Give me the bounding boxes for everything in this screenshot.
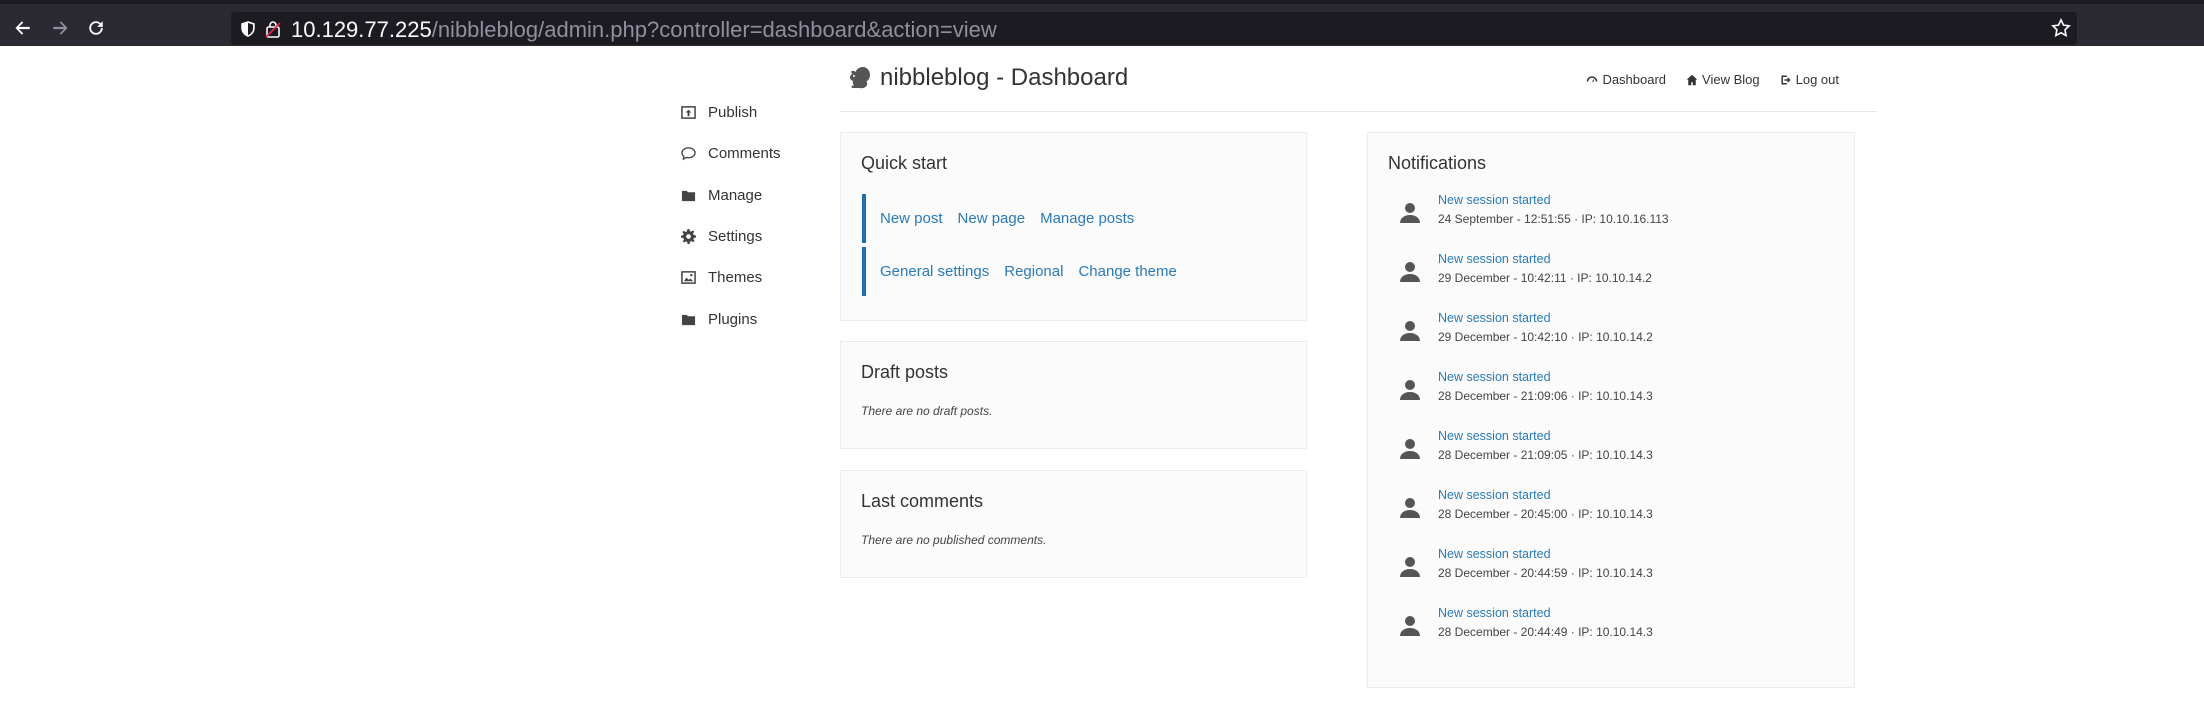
- url-text[interactable]: 10.129.77.225/nibbleblog/admin.php?contr…: [291, 17, 997, 43]
- admin-header: nibbleblog - Dashboard Dashboard View Bl…: [840, 50, 1877, 112]
- sidebar-item-settings[interactable]: Settings: [680, 216, 820, 257]
- list-item: New session started 29 December - 10:42:…: [1388, 252, 1828, 311]
- lock-insecure-icon[interactable]: [265, 20, 281, 38]
- notification-meta: 28 December - 20:44:59 · IP: 10.10.14.3: [1438, 566, 1653, 580]
- page-title: nibbleblog - Dashboard: [848, 64, 1128, 92]
- quick-start-title: Quick start: [861, 153, 948, 173]
- list-item: New session started 28 December - 20:44:…: [1388, 547, 1828, 606]
- new-page-link[interactable]: New page: [958, 210, 1026, 227]
- folder-icon: [680, 311, 696, 327]
- sidebar-item-label: Manage: [708, 186, 763, 204]
- sidebar-item-publish[interactable]: Publish: [680, 92, 820, 133]
- draft-posts-empty-message: There are no draft posts.: [861, 404, 993, 418]
- last-comments-empty-message: There are no published comments.: [861, 533, 1047, 547]
- sidebar-item-plugins[interactable]: Plugins: [680, 298, 820, 339]
- gear-icon: [680, 229, 696, 245]
- page-title-text: nibbleblog - Dashboard: [880, 64, 1129, 91]
- change-theme-link[interactable]: Change theme: [1078, 263, 1176, 280]
- notification-meta: 29 December - 10:42:11 · IP: 10.10.14.2: [1438, 271, 1652, 285]
- notification-title-link[interactable]: New session started: [1438, 488, 1551, 502]
- view-blog-link[interactable]: View Blog: [1686, 72, 1760, 87]
- notification-meta: 28 December - 21:09:06 · IP: 10.10.14.3: [1438, 389, 1653, 403]
- notification-meta: 24 September - 12:51:55 · IP: 10.10.16.1…: [1438, 212, 1669, 226]
- folder-icon: [680, 187, 696, 203]
- list-item: New session started 28 December - 20:44:…: [1388, 606, 1828, 665]
- sidebar-item-label: Themes: [708, 269, 763, 287]
- notification-meta: 29 December - 10:42:10 · IP: 10.10.14.2: [1438, 330, 1653, 344]
- header-nav: Dashboard View Blog Log out: [1566, 72, 1839, 87]
- user-icon: [1400, 321, 1420, 341]
- sidebar-item-themes[interactable]: Themes: [680, 257, 820, 298]
- user-icon: [1400, 203, 1420, 223]
- dashboard-link-label: Dashboard: [1602, 72, 1667, 87]
- sidebar-item-comments[interactable]: Comments: [680, 133, 820, 174]
- sidebar-item-label: Settings: [708, 228, 763, 246]
- draft-posts-panel: Draft posts There are no draft posts.: [840, 341, 1307, 449]
- notification-meta: 28 December - 21:09:05 · IP: 10.10.14.3: [1438, 448, 1653, 462]
- notification-title-link[interactable]: New session started: [1438, 252, 1551, 266]
- notification-title-link[interactable]: New session started: [1438, 429, 1551, 443]
- list-item: New session started 28 December - 20:45:…: [1388, 488, 1828, 547]
- squirrel-logo-icon: [850, 67, 870, 89]
- regional-link[interactable]: Regional: [1004, 263, 1063, 280]
- user-icon: [1400, 498, 1420, 518]
- notification-meta: 28 December - 20:44:49 · IP: 10.10.14.3: [1438, 625, 1653, 639]
- shield-icon[interactable]: [239, 20, 257, 38]
- browser-toolbar: 10.129.77.225/nibbleblog/admin.php?contr…: [0, 0, 2204, 46]
- reload-icon: [89, 21, 103, 35]
- last-comments-panel: Last comments There are no published com…: [840, 470, 1307, 578]
- general-settings-link[interactable]: General settings: [880, 263, 989, 280]
- list-item: New session started 28 December - 21:09:…: [1388, 429, 1828, 488]
- reload-button[interactable]: [82, 14, 110, 42]
- notification-title-link[interactable]: New session started: [1438, 606, 1551, 620]
- sidebar-item-label: Plugins: [708, 310, 758, 328]
- sidebar-item-manage[interactable]: Manage: [680, 175, 820, 216]
- user-icon: [1400, 616, 1420, 636]
- last-comments-title: Last comments: [861, 491, 984, 511]
- notification-title-link[interactable]: New session started: [1438, 311, 1551, 325]
- url-host: 10.129.77.225: [291, 17, 432, 42]
- list-item: New session started 28 December - 21:09:…: [1388, 370, 1828, 429]
- sidebar-item-label: Publish: [708, 104, 758, 122]
- user-icon: [1400, 439, 1420, 459]
- dashboard-link[interactable]: Dashboard: [1586, 72, 1666, 87]
- notifications-title: Notifications: [1388, 153, 1487, 173]
- back-button[interactable]: [9, 14, 37, 42]
- list-item: New session started 24 September - 12:51…: [1388, 193, 1828, 252]
- arrow-right-icon: [53, 21, 68, 35]
- forward-button[interactable]: [46, 14, 74, 42]
- bookmark-star-icon[interactable]: [2051, 18, 2071, 38]
- notification-title-link[interactable]: New session started: [1438, 193, 1551, 207]
- home-icon: [1686, 74, 1698, 85]
- view-blog-link-label: View Blog: [1702, 72, 1760, 87]
- notification-title-link[interactable]: New session started: [1438, 547, 1551, 561]
- notification-title-link[interactable]: New session started: [1438, 370, 1551, 384]
- list-item: New session started 29 December - 10:42:…: [1388, 311, 1828, 370]
- url-path: /nibbleblog/admin.php?controller=dashboa…: [431, 17, 997, 42]
- new-post-link[interactable]: New post: [880, 210, 943, 227]
- publish-icon: [680, 105, 696, 121]
- dashboard-gauge-icon: [1587, 75, 1598, 82]
- draft-posts-title: Draft posts: [861, 362, 949, 382]
- notifications-list: New session started 24 September - 12:51…: [1388, 193, 1828, 665]
- logout-link[interactable]: Log out: [1780, 72, 1839, 87]
- logout-link-label: Log out: [1795, 72, 1839, 87]
- admin-sidebar: Publish Comments Manage Settings Themes …: [680, 92, 820, 340]
- url-bar[interactable]: 10.129.77.225/nibbleblog/admin.php?contr…: [231, 12, 2077, 45]
- image-icon: [680, 270, 696, 286]
- user-icon: [1400, 380, 1420, 400]
- notification-meta: 28 December - 20:45:00 · IP: 10.10.14.3: [1438, 507, 1653, 521]
- quick-start-row-posts: New post New page Manage posts: [862, 194, 1282, 243]
- sidebar-item-label: Comments: [708, 145, 781, 163]
- notifications-panel: Notifications New session started 24 Sep…: [1367, 132, 1855, 688]
- logout-icon: [1781, 75, 1791, 84]
- user-icon: [1400, 557, 1420, 577]
- manage-posts-link[interactable]: Manage posts: [1040, 210, 1134, 227]
- user-icon: [1400, 262, 1420, 282]
- arrow-left-icon: [15, 21, 30, 35]
- quick-start-row-settings: General settings Regional Change theme: [862, 247, 1282, 296]
- quick-start-panel: Quick start New post New page Manage pos…: [840, 132, 1307, 321]
- comment-icon: [680, 146, 696, 162]
